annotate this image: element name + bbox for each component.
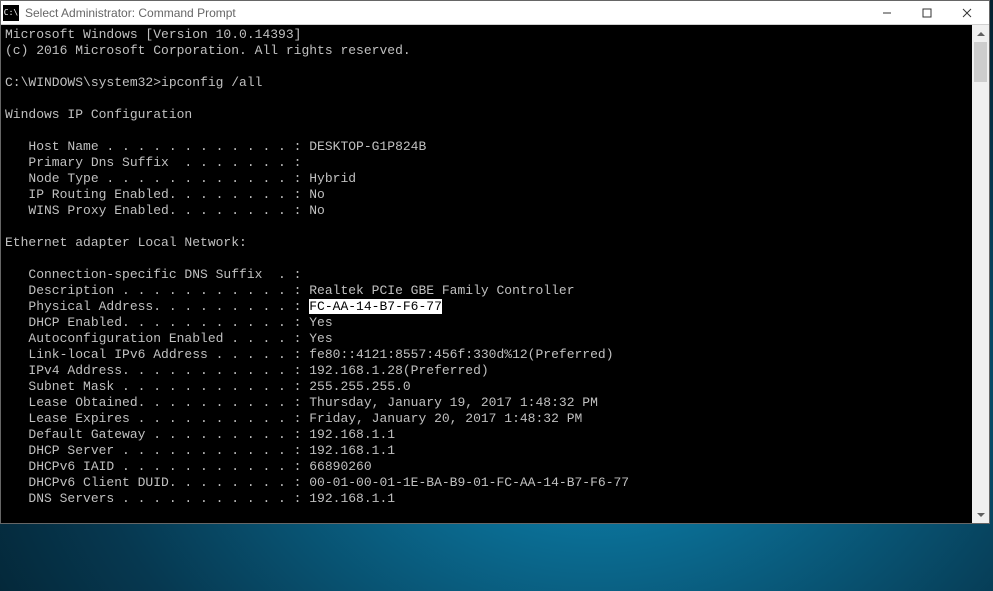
field-value: 192.168.1.1 bbox=[309, 491, 395, 506]
field-value: fe80::4121:8557:456f:330d%12(Preferred) bbox=[309, 347, 613, 362]
output-line: Lease Obtained. . . . . . . . . . : Thur… bbox=[5, 395, 968, 411]
field-label: DHCP Enabled. . . . . . . . . . . : bbox=[5, 315, 309, 330]
field-value: No bbox=[309, 187, 325, 202]
close-button[interactable] bbox=[947, 2, 987, 24]
field-label: Default Gateway . . . . . . . . . : bbox=[5, 427, 309, 442]
output-line bbox=[5, 219, 968, 235]
maximize-button[interactable] bbox=[907, 2, 947, 24]
field-label: Node Type . . . . . . . . . . . . : bbox=[5, 171, 309, 186]
output-line bbox=[5, 123, 968, 139]
minimize-button[interactable] bbox=[867, 2, 907, 24]
chevron-up-icon bbox=[977, 32, 985, 36]
output-line bbox=[5, 91, 968, 107]
scroll-track[interactable] bbox=[972, 42, 989, 506]
scroll-up-button[interactable] bbox=[972, 25, 989, 42]
field-label: Lease Expires . . . . . . . . . . : bbox=[5, 411, 309, 426]
output-line: Primary Dns Suffix . . . . . . . : bbox=[5, 155, 968, 171]
close-icon bbox=[962, 8, 972, 18]
field-value: 255.255.255.0 bbox=[309, 379, 410, 394]
output-line: DHCPv6 Client DUID. . . . . . . . : 00-0… bbox=[5, 475, 968, 491]
field-value: DESKTOP-G1P824B bbox=[309, 139, 426, 154]
field-label: DHCPv6 IAID . . . . . . . . . . . : bbox=[5, 459, 309, 474]
field-value: Realtek PCIe GBE Family Controller bbox=[309, 283, 574, 298]
field-value: Thursday, January 19, 2017 1:48:32 PM bbox=[309, 395, 598, 410]
output-line: IPv4 Address. . . . . . . . . . . : 192.… bbox=[5, 363, 968, 379]
output-line: Autoconfiguration Enabled . . . . : Yes bbox=[5, 331, 968, 347]
output-line: Lease Expires . . . . . . . . . . : Frid… bbox=[5, 411, 968, 427]
scroll-down-button[interactable] bbox=[972, 506, 989, 523]
output-line: Link-local IPv6 Address . . . . . : fe80… bbox=[5, 347, 968, 363]
output-line: Connection-specific DNS Suffix . : bbox=[5, 267, 968, 283]
output-line bbox=[5, 251, 968, 267]
maximize-icon bbox=[922, 8, 932, 18]
section-header: Ethernet adapter Local Network: bbox=[5, 235, 968, 251]
output-line: Physical Address. . . . . . . . . : FC-A… bbox=[5, 299, 968, 315]
field-label: Subnet Mask . . . . . . . . . . . : bbox=[5, 379, 309, 394]
output-line: Subnet Mask . . . . . . . . . . . : 255.… bbox=[5, 379, 968, 395]
section-header: Windows IP Configuration bbox=[5, 107, 968, 123]
output-line: Host Name . . . . . . . . . . . . : DESK… bbox=[5, 139, 968, 155]
output-line: Microsoft Windows [Version 10.0.14393] bbox=[5, 27, 968, 43]
window-title: Select Administrator: Command Prompt bbox=[25, 6, 867, 20]
app-icon: C:\ bbox=[3, 5, 19, 21]
field-value: Friday, January 20, 2017 1:48:32 PM bbox=[309, 411, 582, 426]
output-line: Description . . . . . . . . . . . : Real… bbox=[5, 283, 968, 299]
output-line: IP Routing Enabled. . . . . . . . : No bbox=[5, 187, 968, 203]
field-value: 192.168.1.1 bbox=[309, 443, 395, 458]
output-line: DNS Servers . . . . . . . . . . . : 192.… bbox=[5, 491, 968, 507]
output-line: DHCP Server . . . . . . . . . . . : 192.… bbox=[5, 443, 968, 459]
field-value: Yes bbox=[309, 315, 332, 330]
output-line bbox=[5, 59, 968, 75]
titlebar[interactable]: C:\ Select Administrator: Command Prompt bbox=[1, 1, 989, 25]
window-controls bbox=[867, 2, 987, 24]
field-value: 192.168.1.28(Preferred) bbox=[309, 363, 488, 378]
command-prompt-window: C:\ Select Administrator: Command Prompt… bbox=[0, 0, 990, 524]
output-line: DHCP Enabled. . . . . . . . . . . : Yes bbox=[5, 315, 968, 331]
field-value: 66890260 bbox=[309, 459, 371, 474]
terminal-output[interactable]: Microsoft Windows [Version 10.0.14393](c… bbox=[1, 25, 972, 523]
command-text: ipconfig /all bbox=[161, 75, 262, 90]
field-label: Host Name . . . . . . . . . . . . : bbox=[5, 139, 309, 154]
field-label: DNS Servers . . . . . . . . . . . : bbox=[5, 491, 309, 506]
field-label: DHCP Server . . . . . . . . . . . : bbox=[5, 443, 309, 458]
field-value: 00-01-00-01-1E-BA-B9-01-FC-AA-14-B7-F6-7… bbox=[309, 475, 629, 490]
vertical-scrollbar[interactable] bbox=[972, 25, 989, 523]
field-label: Physical Address. . . . . . . . . : bbox=[5, 299, 309, 314]
field-label: Link-local IPv6 Address . . . . . : bbox=[5, 347, 309, 362]
field-label: IPv4 Address. . . . . . . . . . . : bbox=[5, 363, 309, 378]
output-line: WINS Proxy Enabled. . . . . . . . : No bbox=[5, 203, 968, 219]
chevron-down-icon bbox=[977, 513, 985, 517]
output-line: Default Gateway . . . . . . . . . : 192.… bbox=[5, 427, 968, 443]
field-label: Description . . . . . . . . . . . : bbox=[5, 283, 309, 298]
field-value: Hybrid bbox=[309, 171, 356, 186]
field-label: DHCPv6 Client DUID. . . . . . . . : bbox=[5, 475, 309, 490]
output-line: Node Type . . . . . . . . . . . . : Hybr… bbox=[5, 171, 968, 187]
field-label: WINS Proxy Enabled. . . . . . . . : bbox=[5, 203, 309, 218]
prompt-line: C:\WINDOWS\system32>ipconfig /all bbox=[5, 75, 968, 91]
output-line: (c) 2016 Microsoft Corporation. All righ… bbox=[5, 43, 968, 59]
physical-address-highlighted: FC-AA-14-B7-F6-77 bbox=[309, 299, 442, 314]
minimize-icon bbox=[882, 8, 892, 18]
prompt-text: C:\WINDOWS\system32> bbox=[5, 75, 161, 90]
field-label: Connection-specific DNS Suffix . : bbox=[5, 267, 301, 282]
field-label: Primary Dns Suffix . . . . . . . : bbox=[5, 155, 301, 170]
field-label: Autoconfiguration Enabled . . . . : bbox=[5, 331, 309, 346]
field-value: Yes bbox=[309, 331, 332, 346]
field-label: IP Routing Enabled. . . . . . . . : bbox=[5, 187, 309, 202]
scroll-thumb[interactable] bbox=[974, 42, 987, 82]
field-value: No bbox=[309, 203, 325, 218]
field-value: 192.168.1.1 bbox=[309, 427, 395, 442]
output-line: DHCPv6 IAID . . . . . . . . . . . : 6689… bbox=[5, 459, 968, 475]
field-label: Lease Obtained. . . . . . . . . . : bbox=[5, 395, 309, 410]
terminal-area: Microsoft Windows [Version 10.0.14393](c… bbox=[1, 25, 989, 523]
